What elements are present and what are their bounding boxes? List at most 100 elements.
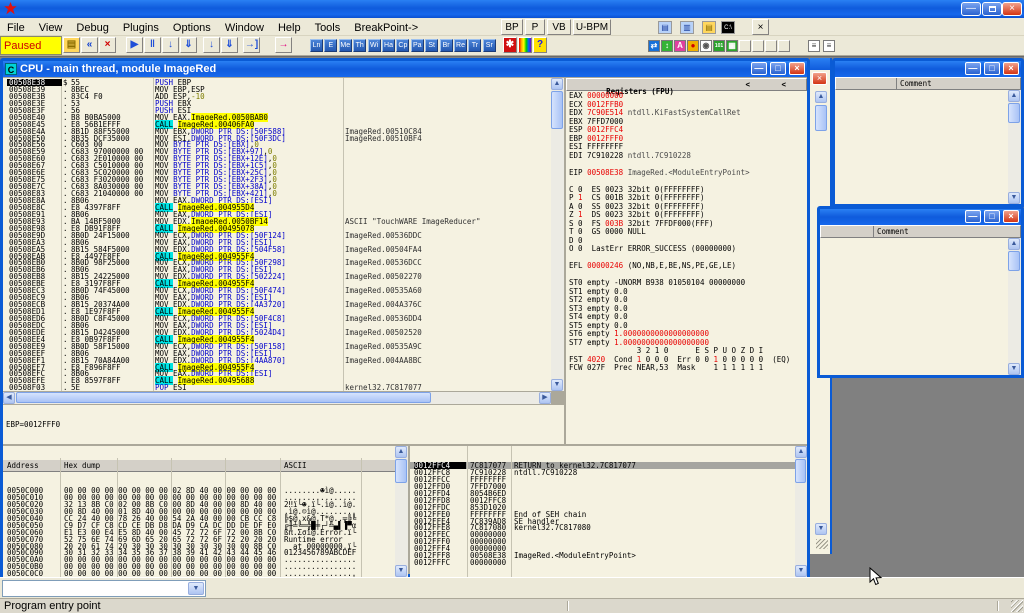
spiral-icon[interactable]: ◉ [700,40,712,52]
animate-into-icon[interactable]: ↓ [203,37,220,53]
execute-till-return-icon[interactable]: →] [243,37,260,53]
command-combobox[interactable]: ▼ [2,580,206,597]
open-folder-icon[interactable]: ▤ [702,21,716,34]
pane-button-st[interactable]: St [425,39,438,52]
maximize-button[interactable]: □ [984,62,1000,75]
close-child-button[interactable]: × [752,19,769,35]
registers-pane[interactable]: Registers (FPU) < < EAX 00000000ECX 0012… [566,78,807,444]
minimize-button[interactable]: — [965,210,981,223]
pane-button-br[interactable]: Br [440,39,453,52]
disassembly-hscrollbar[interactable]: ◀ ▶ [3,392,551,404]
cpu-minimize-button[interactable]: — [751,62,767,75]
background-window-close-button[interactable]: × [812,72,827,85]
pane-button-e[interactable]: E [324,39,337,52]
dump-pane[interactable]: Address Hex dump ASCII 0050C00000 00 00 … [3,446,395,577]
keyboard-101-icon[interactable]: 101 [713,40,725,52]
plugin-button-vb[interactable]: VB [547,19,571,35]
options-gear-icon[interactable]: ✱ [503,37,517,53]
window-resize-grip[interactable] [1011,600,1023,612]
cpu-close-button[interactable]: × [789,62,805,75]
step-over-icon[interactable]: ⇓ [180,37,197,53]
menu-item-debug[interactable]: Debug [69,20,115,37]
pane-button-cp[interactable]: Cp [396,39,409,52]
appearance-icon[interactable] [518,37,532,53]
scroll-down-arrow[interactable]: ▼ [815,523,827,535]
pane-button-me[interactable]: Me [339,39,352,52]
animate-over-icon[interactable]: ⇓ [221,37,238,53]
pane-button-sr[interactable]: Sr [483,39,496,52]
comment-window-top-titlebar[interactable]: — □ × [835,61,1021,77]
stack-pane[interactable]: 0012FFC47C817077RETURN to kernel32.7C817… [410,446,795,577]
registers-nav-left-icon[interactable]: < [745,81,750,88]
open-file-icon[interactable]: ▤ [63,37,80,53]
step-into-icon[interactable]: ↓ [162,37,179,53]
ascii-a-icon[interactable]: A [674,40,686,52]
run-icon[interactable]: ▶ [126,37,143,53]
pane-button-tr[interactable]: Tr [468,39,481,52]
pane-button-wi[interactable]: Wi [368,39,381,52]
menu-item-help[interactable]: Help [271,20,308,37]
close-button[interactable]: × [1002,2,1022,16]
maximize-button[interactable]: □ [984,210,1000,223]
plugin-button-bp[interactable]: BP [501,19,523,35]
pane-button-re[interactable]: Re [454,39,467,52]
vscrollbar[interactable]: ▲ ▼ [1008,238,1021,375]
menu-item-file[interactable]: File [0,20,32,37]
breakpoint-list-icon[interactable]: ≡ [808,40,820,52]
plugin-button-p[interactable]: P [525,19,545,35]
pane-button-ha[interactable]: Ha [382,39,395,52]
go-to-address-icon[interactable]: → [275,37,292,53]
disasm-row[interactable]: 00508E3B.83C4 F0ADD ESP,-10 [3,93,551,100]
menu-item-options[interactable]: Options [166,20,218,37]
pause-icon[interactable]: ‖ [144,37,161,53]
minimize-button[interactable]: — [965,62,981,75]
toolbar: Paused ▤«×▶‖↓⇓↓⇓→]→ LnEMeThWiHaCpPaStBrR… [0,36,1024,56]
swap-arrows-icon[interactable]: ⇄ [648,40,660,52]
disasm-row[interactable]: 00508E3E.53PUSH EBX [3,100,551,107]
registers-nav-right-icon[interactable]: < [781,81,786,88]
menu-item-breakpoint[interactable]: BreakPoint-> [347,20,425,37]
watch-list-icon[interactable]: ≡ [823,40,835,52]
restore-button[interactable] [982,2,1002,16]
info-pane[interactable]: EBP=0012FFF0 [3,405,564,444]
vscrollbar[interactable]: ▲ ▼ [1008,90,1021,204]
registers-header: Registers (FPU) < < [566,78,807,91]
disasm-row[interactable]: 00508F03.5EPOP ESIkernel32.7C817077 [3,384,551,391]
comment-window-top-content[interactable] [835,90,1008,204]
combobox-dropdown-icon[interactable]: ▼ [188,582,204,595]
menu-item-window[interactable]: Window [218,20,271,37]
close-button[interactable]: × [1003,210,1019,223]
resize-grip[interactable] [816,539,828,549]
disassembly-vscrollbar[interactable]: ▲ ▼ [551,78,564,391]
app-title-bar[interactable]: — × [0,0,1024,18]
plugin-button-u-bpm[interactable]: U-BPM [573,19,611,35]
dump-vscrollbar[interactable]: ▲ ▼ [395,446,408,577]
notes-icon[interactable]: ▥ [680,21,694,34]
scroll-thumb[interactable] [815,105,827,131]
mouse-cursor [869,567,883,587]
minimize-button[interactable]: — [961,2,981,16]
menu-item-plugins[interactable]: Plugins [116,20,166,37]
pane-button-th[interactable]: Th [353,39,366,52]
restart-icon[interactable]: « [81,37,98,53]
log-window-icon[interactable]: ▤ [658,21,672,34]
record-dot-icon[interactable]: ● [687,40,699,52]
help-icon[interactable]: ? [533,37,547,53]
disassembly-pane[interactable]: 00508E38$55PUSH EBP00508E39.8BECMOV EBP,… [3,78,551,391]
close-button[interactable]: × [1003,62,1019,75]
pane-button-ln[interactable]: Ln [310,39,323,52]
menu-item-view[interactable]: View [32,20,70,37]
menu-item-tools[interactable]: Tools [308,20,348,37]
close-program-icon[interactable]: × [99,37,116,53]
comment-window-bottom-titlebar[interactable]: — □ × [820,209,1021,225]
cpu-window-titlebar[interactable]: C CPU - main thread, module ImageRed — □… [3,61,807,77]
pane-button-pa[interactable]: Pa [411,39,424,52]
stack-vscrollbar[interactable]: ▲ ▼ [795,446,807,577]
console-icon[interactable]: C:\ [721,21,735,34]
comment-window-bottom-content[interactable] [820,238,1008,375]
up-down-icon[interactable]: ↕ [661,40,673,52]
scroll-up-arrow[interactable]: ▲ [815,91,827,103]
cpu-maximize-button[interactable]: □ [770,62,786,75]
screen-icon[interactable]: ▦ [726,40,738,52]
disasm-row[interactable]: 00508EFE.E8 8597F8FFCALL ImageRed.004956… [3,377,551,384]
